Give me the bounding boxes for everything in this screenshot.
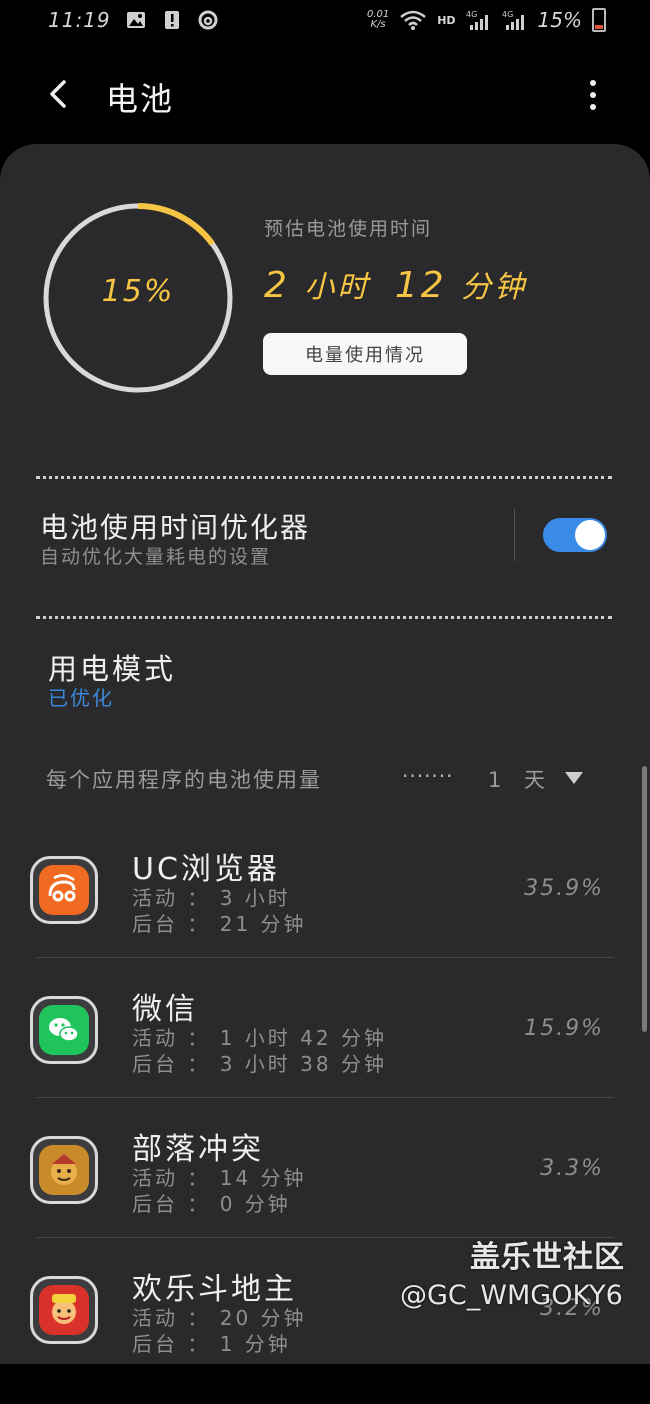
- signal-4g-icon-2: 4G: [502, 10, 524, 30]
- app-usage-percent: 3.3%: [540, 1156, 604, 1181]
- app-background-time: 后台 ： 3 小时 38 分钟: [132, 1052, 387, 1076]
- per-app-usage-label: 每个应用程序的电池使用量: [46, 768, 322, 792]
- app-usage-percent: 35.9%: [524, 876, 604, 901]
- back-icon[interactable]: [40, 74, 80, 114]
- power-mode-value: 已优化: [48, 686, 114, 710]
- optimizer-toggle[interactable]: [543, 518, 607, 552]
- toggle-knob: [575, 520, 605, 550]
- estimate-minutes: 12: [394, 265, 447, 306]
- uc-browser-icon: [39, 865, 89, 915]
- app-icon-frame: [30, 856, 98, 924]
- doudizhu-icon: [39, 1285, 89, 1335]
- more-options-icon[interactable]: [578, 74, 608, 116]
- vertical-divider: [514, 509, 515, 561]
- estimate-label: 预估电池使用时间: [264, 218, 433, 240]
- app-active-time: 活动 ： 1 小时 42 分钟: [132, 1026, 387, 1050]
- app-bar: 电池: [0, 60, 650, 130]
- clash-of-clans-icon: [39, 1145, 89, 1195]
- battery-icon: [592, 8, 606, 32]
- scrollbar[interactable]: [642, 766, 647, 1032]
- battery-percent: 15%: [537, 8, 582, 32]
- dropdown-arrow-icon[interactable]: [565, 772, 583, 784]
- app-background-time: 后台 ： 0 分钟: [132, 1192, 291, 1216]
- app-usage-percent: 15.9%: [524, 1016, 604, 1041]
- alert-icon: [164, 11, 179, 29]
- list-item[interactable]: UC浏览器 活动 ： 3 小时 后台 ： 21 分钟 35.9%: [0, 844, 650, 984]
- svg-text:4G: 4G: [466, 10, 477, 19]
- watermark-brand: 盖乐世社区: [470, 1240, 625, 1275]
- network-speed: 0.01 K/s: [367, 10, 389, 30]
- page-title: 电池: [106, 80, 175, 118]
- app-icon-frame: [30, 1136, 98, 1204]
- app-background-time: 后台 ： 1 分钟: [132, 1332, 291, 1356]
- app-active-time: 活动 ： 14 分钟: [132, 1166, 307, 1190]
- gallery-icon: [126, 12, 145, 28]
- estimate-hours: 2: [264, 265, 290, 306]
- divider: [36, 616, 612, 619]
- minutes-unit: 分钟: [461, 270, 528, 305]
- app-active-time: 活动 ： 3 小时: [132, 886, 291, 910]
- row-divider: [36, 957, 614, 958]
- battery-card: 15% 预估电池使用时间 2 小时 12 分钟 电量使用情况 电池使用时间优化器…: [0, 144, 650, 1364]
- clock: 11:19: [48, 8, 111, 32]
- app-background-time: 后台 ： 21 分钟: [132, 912, 307, 936]
- battery-usage-button[interactable]: 电量使用情况: [263, 333, 467, 375]
- signal-4g-icon: 4G: [466, 10, 488, 30]
- watermark-handle: @GC_WMGOKY6: [400, 1280, 623, 1311]
- wechat-icon: [39, 1005, 89, 1055]
- optimizer-subtitle: 自动优化大量耗电的设置: [40, 546, 272, 568]
- battery-level-label: 15%: [101, 274, 175, 309]
- app-icon-frame: [30, 1276, 98, 1344]
- netease-music-icon: [198, 10, 218, 30]
- network-speed-unit: K/s: [370, 19, 386, 30]
- estimate-time: 2 小时 12 分钟: [264, 262, 537, 306]
- wifi-icon: [400, 10, 427, 30]
- svg-text:4G: 4G: [502, 10, 513, 19]
- status-bar: 11:19 0.01 K/s HD 4G 4G 15%: [0, 0, 650, 44]
- app-icon-frame: [30, 996, 98, 1064]
- period-selector[interactable]: 1 天: [488, 764, 553, 794]
- optimizer-title[interactable]: 电池使用时间优化器: [40, 506, 310, 546]
- hours-unit: 小时: [304, 270, 371, 305]
- row-divider: [36, 1097, 614, 1098]
- leader-dots: ·······: [402, 764, 454, 788]
- list-item[interactable]: 微信 活动 ： 1 小时 42 分钟 后台 ： 3 小时 38 分钟 15.9%: [0, 984, 650, 1124]
- divider: [36, 476, 612, 479]
- app-active-time: 活动 ： 20 分钟: [132, 1306, 307, 1330]
- hd-voice-indicator: HD: [437, 13, 456, 27]
